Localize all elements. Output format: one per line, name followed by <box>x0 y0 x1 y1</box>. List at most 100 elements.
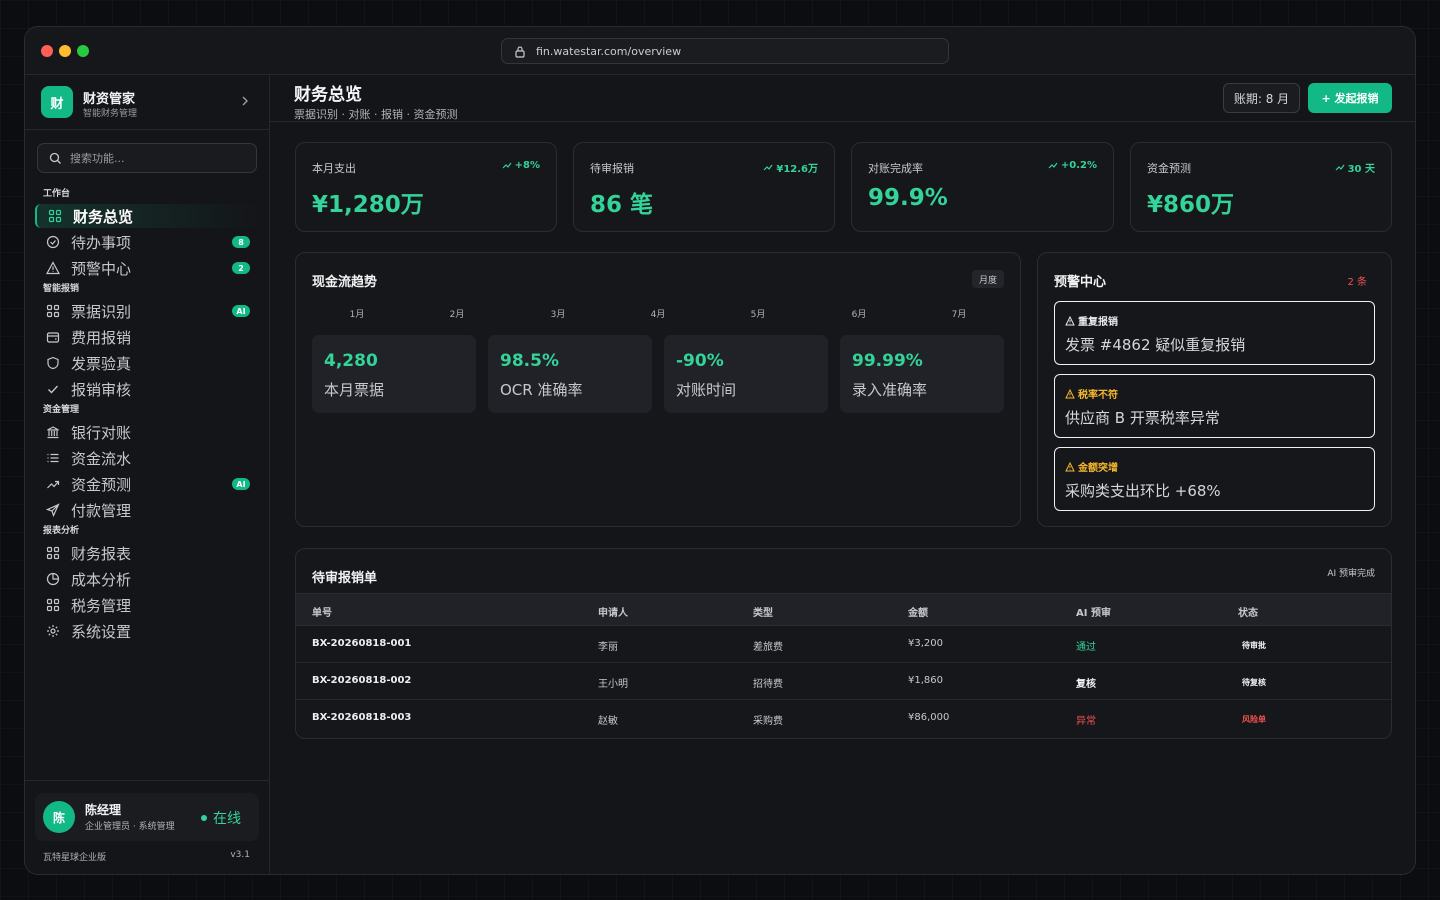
grid-icon <box>45 545 61 561</box>
send-icon <box>45 502 61 518</box>
sidebar-item-label: 资金流水 <box>71 449 132 468</box>
ai-badge: AI <box>232 478 250 490</box>
kpi-delta: ¥12.6万 <box>763 160 818 175</box>
kpi-label: 待审报销 <box>590 162 634 175</box>
page-subtitle: 票据识别 · 对账 · 报销 · 资金预测 <box>294 108 458 121</box>
alert-item-amount-spike[interactable]: 金额突增 采购类支出环比 +68% <box>1054 447 1375 511</box>
kpi-delta-text: +0.2% <box>1060 160 1097 171</box>
new-expense-button[interactable]: + 发起报销 <box>1308 83 1392 113</box>
search-input[interactable]: 搜索功能... <box>37 143 257 173</box>
month-label: 7月 <box>951 310 967 320</box>
section-funds: 资金管理 <box>43 405 80 415</box>
sidebar-item-settings[interactable]: 系统设置 <box>35 619 260 643</box>
stat-value: 4,280 <box>324 351 378 371</box>
cashflow-period-chip[interactable]: 月度 <box>971 270 1004 288</box>
close-window-button[interactable] <box>41 45 53 57</box>
cell-status: 风险单 <box>1242 715 1266 724</box>
minimize-window-button[interactable] <box>59 45 71 57</box>
search-icon <box>49 152 61 164</box>
avatar: 陈 <box>43 801 75 833</box>
user-footer: 陈 陈经理 企业管理员 · 系统管理 在线 瓦特星球企业版 v3.1 <box>25 780 270 874</box>
cell-type: 差旅费 <box>753 642 783 653</box>
alert-tag: 金额突增 <box>1065 459 1118 474</box>
sidebar-item-label: 预警中心 <box>71 259 132 278</box>
address-bar[interactable]: fin.watestar.com/overview <box>501 38 949 64</box>
warning-icon <box>45 260 61 276</box>
kpi-card-cash-forecast[interactable]: 资金预测 30 天 ¥860万 <box>1130 142 1392 232</box>
kpi-card-pending-expense[interactable]: 待审报销 ¥12.6万 86 笔 <box>573 142 835 232</box>
sidebar-item-expense[interactable]: 费用报销 <box>35 325 260 349</box>
table-row[interactable]: BX-20260818-003 赵敏 采购费 ¥86,000 异常 风险单 <box>296 700 1391 737</box>
check-circle-icon <box>45 234 61 250</box>
sidebar-item-cost[interactable]: 成本分析 <box>35 567 260 591</box>
sidebar-item-overview[interactable]: 财务总览 <box>35 204 260 228</box>
sidebar-item-payment[interactable]: 付款管理 <box>35 498 260 522</box>
grid-icon <box>47 208 63 224</box>
sidebar-item-alerts[interactable]: 预警中心 2 <box>35 256 260 280</box>
sidebar-item-label: 财务总览 <box>73 207 134 226</box>
cell-type: 采购费 <box>753 716 783 727</box>
trend-up-icon <box>45 476 61 492</box>
bank-icon <box>45 424 61 440</box>
trend-up-icon <box>1335 164 1345 170</box>
sidebar-item-audit[interactable]: 报销审核 <box>35 377 260 401</box>
section-smart-expense: 智能报销 <box>43 284 80 294</box>
maximize-window-button[interactable] <box>77 45 89 57</box>
cell-id: BX-20260818-002 <box>312 675 412 686</box>
column-header-applicant[interactable]: 申请人 <box>598 604 628 619</box>
stat-tile-ocr-accuracy: 98.5% OCR 准确率 <box>488 335 652 413</box>
brand-name: 财资管家 <box>83 92 136 107</box>
warning-icon <box>1065 461 1075 471</box>
column-header-amount[interactable]: 金额 <box>908 604 928 619</box>
kpi-delta-text: 30 天 <box>1347 164 1375 175</box>
column-header-status[interactable]: 状态 <box>1238 604 1258 619</box>
sidebar-item-statements[interactable]: 财务报表 <box>35 541 260 565</box>
warning-icon <box>1065 388 1075 398</box>
column-header-id[interactable]: 单号 <box>312 604 332 619</box>
page-title: 财务总览 <box>294 85 362 105</box>
list-icon <box>45 450 61 466</box>
user-card[interactable]: 陈 陈经理 企业管理员 · 系统管理 在线 <box>35 793 259 841</box>
stat-tile-reconcile-time: -90% 对账时间 <box>664 335 828 413</box>
alert-center-card: 预警中心 2 条 重复报销 发票 #4862 疑似重复报销 税率不符 供应商 B… <box>1037 252 1392 527</box>
kpi-value: ¥860万 <box>1147 192 1235 218</box>
column-header-ai-review[interactable]: AI 预审 <box>1076 604 1111 619</box>
sidebar-item-tax[interactable]: 税务管理 <box>35 593 260 617</box>
main-content: 财务总览 票据识别 · 对账 · 报销 · 资金预测 账期: 8 月 + 发起报… <box>270 75 1415 874</box>
alert-item-duplicate[interactable]: 重复报销 发票 #4862 疑似重复报销 <box>1054 301 1375 365</box>
table-body: BX-20260818-001 李丽 差旅费 ¥3,200 通过 待审批 BX-… <box>296 626 1391 738</box>
column-header-type[interactable]: 类型 <box>753 604 773 619</box>
cell-applicant: 赵敏 <box>598 716 618 727</box>
stat-value: 99.99% <box>852 351 923 371</box>
kpi-card-monthly-spend[interactable]: 本月支出 +8% ¥1,280万 <box>295 142 557 232</box>
sidebar-item-forecast[interactable]: 资金预测 AI <box>35 472 260 496</box>
stat-label: OCR 准确率 <box>500 381 583 399</box>
sidebar-item-todo[interactable]: 待办事项 8 <box>35 230 260 254</box>
kpi-card-reconciliation-rate[interactable]: 对账完成率 +0.2% 99.9% <box>851 142 1114 232</box>
user-role: 企业管理员 · 系统管理 <box>85 822 175 832</box>
table-row[interactable]: BX-20260818-002 王小明 招待费 ¥1,860 复核 待复核 <box>296 663 1391 700</box>
kpi-value: 99.9% <box>868 185 948 211</box>
period-selector[interactable]: 账期: 8 月 <box>1223 83 1300 113</box>
brand-logo: 财 <box>41 86 73 118</box>
gear-icon <box>45 623 61 639</box>
warning-icon <box>1065 315 1075 325</box>
chevron-right-icon[interactable] <box>240 95 250 107</box>
sidebar-item-label: 资金预测 <box>71 475 132 494</box>
sidebar-item-bank[interactable]: 银行对账 <box>35 420 260 444</box>
cashflow-title: 现金流趋势 <box>312 275 378 290</box>
cell-id: BX-20260818-003 <box>312 712 412 723</box>
kpi-label: 对账完成率 <box>868 162 923 175</box>
brand-header[interactable]: 财 财资管家 智能财务管理 <box>25 75 270 130</box>
online-status: 在线 <box>201 808 241 828</box>
sidebar-item-invoice[interactable]: 发票验真 <box>35 351 260 375</box>
table-row[interactable]: BX-20260818-001 李丽 差旅费 ¥3,200 通过 待审批 <box>296 626 1391 663</box>
ai-badge: AI <box>232 305 250 317</box>
alert-item-tax-rate[interactable]: 税率不符 供应商 B 开票税率异常 <box>1054 374 1375 438</box>
sidebar-item-ocr[interactable]: 票据识别 AI <box>35 299 260 323</box>
sidebar-item-flow[interactable]: 资金流水 <box>35 446 260 470</box>
status-text: 在线 <box>213 811 241 827</box>
stat-tile-entry-accuracy: 99.99% 录入准确率 <box>840 335 1004 413</box>
alert-tag-text: 金额突增 <box>1078 463 1118 474</box>
alerts-count-badge: 2 <box>232 262 250 274</box>
